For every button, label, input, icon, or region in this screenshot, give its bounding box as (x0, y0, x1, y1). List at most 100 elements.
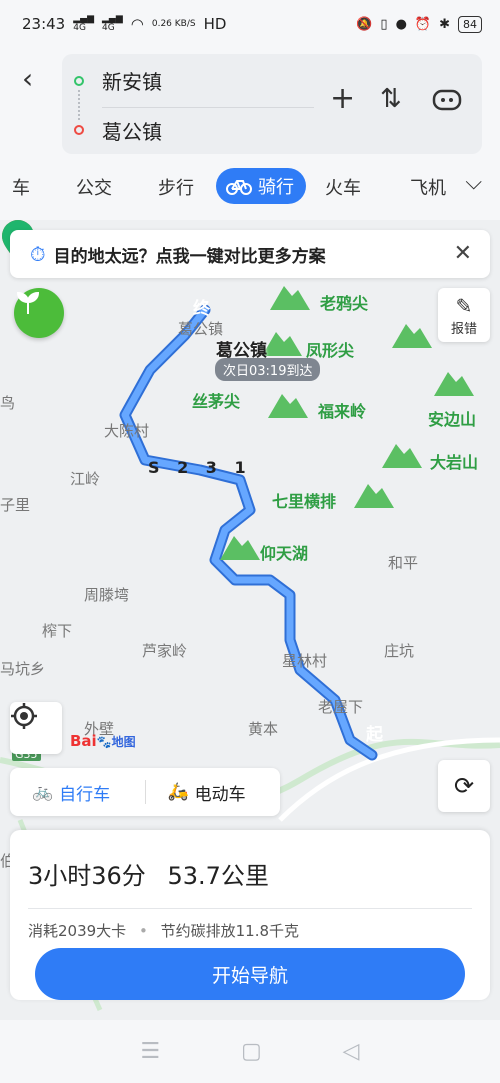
bike-type-tabs: 🚲 自行车 🛵 电动车 (10, 768, 280, 816)
place-label: 老屋下 (318, 698, 364, 716)
tab-ebike[interactable]: 🛵 电动车 (146, 780, 281, 805)
edit-icon: ✎ (455, 293, 473, 318)
place-label: 大陈村 (104, 422, 150, 440)
route-connector (78, 90, 80, 120)
status-bar: 23:43 ▂▄▆ 4G ▂▄▆ 4G ◠ 0.26 KB/S HD 🔕 ▯ ● ⏰… (0, 0, 500, 48)
mountain-icon (270, 286, 310, 310)
system-nav-bar: ☰ ▢ ◁ (0, 1020, 500, 1083)
mute-icon: 🔕 (356, 16, 373, 32)
scenic-label: 七里横排 (272, 492, 337, 511)
clock: 23:43 (22, 15, 66, 33)
add-waypoint-icon[interactable]: + (330, 84, 355, 114)
scenic-label: 丝茅尖 (192, 392, 241, 411)
bike-icon (226, 180, 252, 195)
end-dot-icon (74, 125, 84, 135)
duration: 3小时36分 (28, 862, 146, 890)
tab-bicycle[interactable]: 🚲 自行车 (10, 780, 145, 805)
start-pin-label: 起 (366, 725, 383, 745)
scenic-label: 大岩山 (430, 453, 479, 472)
field-divider (102, 107, 314, 108)
place-label: 江岭 (70, 470, 101, 488)
scenic-label: 仰天湖 (260, 544, 309, 563)
destination-pin-label: 终 (193, 299, 210, 319)
alarm-icon: ⏰ (414, 16, 432, 32)
leaf-icon (16, 291, 40, 314)
mountain-icon (220, 536, 260, 560)
banner-text: 目的地太远？点我一键对比更多方案 (53, 246, 326, 267)
report-label: 报错 (450, 321, 477, 337)
road-label: S 2 3 1 (148, 458, 252, 477)
back-arrow-icon[interactable]: ‹ (22, 62, 33, 95)
mountain-icon (392, 324, 432, 348)
battery-indicator: 84 (458, 15, 482, 33)
locate-button[interactable] (10, 702, 62, 754)
baidu-logo: Bai🐾地图 (70, 732, 136, 750)
crosshair-icon (11, 703, 37, 729)
vibrate-icon: ▯ (380, 16, 388, 32)
tab-bike[interactable]: 骑行 (216, 168, 306, 204)
scenic-label: 安边山 (428, 410, 477, 429)
start-dot-icon (74, 76, 84, 86)
place-label: 星林村 (282, 652, 328, 670)
transport-mode-tabs: 车 公交 步行 骑行 火车 飞机 ⌵ (0, 168, 500, 208)
start-location-field[interactable]: 新安镇 (102, 66, 162, 95)
mountain-icon (262, 332, 302, 356)
close-icon[interactable]: ✕ (454, 241, 472, 266)
carbon-saved: 节约碳排放11.8千克 (160, 922, 300, 940)
tab-transit[interactable]: 公交 (76, 174, 112, 200)
route-header: ‹ 新安镇 葛公镇 + ⇅ 车 公交 步行 骑行 火车 飞机 ⌵ (0, 48, 500, 220)
net-speed: 0.26 KB/S (151, 19, 196, 29)
route-stats: 消耗2039大卡 • 节约碳排放11.8千克 (28, 922, 300, 940)
calories: 消耗2039大卡 (28, 922, 127, 940)
signal-icon: ▂▄▆ 4G (73, 14, 94, 33)
distance: 53.7公里 (167, 862, 269, 890)
place-label: 芦家岭 (142, 642, 188, 660)
route-summary: 3小时36分 53.7公里 (28, 856, 269, 891)
home-icon[interactable]: ▢ (241, 1039, 262, 1064)
location-icon: ● (395, 16, 407, 32)
tab-plane[interactable]: 飞机 (410, 174, 446, 200)
hd-badge: HD (203, 15, 227, 33)
chevron-down-icon[interactable]: ⌵ (465, 170, 482, 195)
end-location-field[interactable]: 葛公镇 (102, 116, 162, 145)
scenic-label: 福来岭 (318, 402, 367, 421)
eco-leaf-button[interactable] (14, 288, 64, 338)
route-input-box: 新安镇 葛公镇 + ⇅ (62, 54, 482, 154)
start-navigation-button[interactable]: 开始导航 (35, 948, 465, 1000)
more-options-icon[interactable] (432, 88, 462, 118)
mountain-icon (434, 372, 474, 396)
mountain-icon (382, 444, 422, 468)
menu-icon[interactable]: ☰ (140, 1039, 160, 1064)
signal-icon-2: ▂▄▆ 4G (102, 14, 123, 33)
mountain-icon (268, 394, 308, 418)
place-label: 和平 (388, 554, 419, 572)
mountain-icon (354, 484, 394, 508)
place-label: 周滕塆 (84, 586, 130, 604)
tab-ebike-label: 电动车 (194, 784, 246, 805)
scooter-icon: 🛵 (167, 782, 189, 802)
bluetooth-icon: ✱ (439, 16, 450, 32)
refresh-button[interactable]: ⟳ (438, 760, 490, 812)
scenic-label: 老鸦尖 (320, 294, 369, 313)
tab-car[interactable]: 车 (12, 174, 30, 200)
tab-walk[interactable]: 步行 (158, 174, 194, 200)
back-icon[interactable]: ◁ (343, 1039, 360, 1064)
place-label: 黄本 (248, 720, 279, 738)
wifi-icon: ◠ (130, 15, 144, 33)
scenic-label: 凤形尖 (306, 341, 355, 360)
report-button[interactable]: ✎ 报错 (438, 288, 490, 342)
place-label: 鸟 (0, 394, 16, 412)
tab-bike-label: 骑行 (258, 177, 294, 198)
place-label: 庄坑 (384, 642, 415, 660)
panel-divider (28, 908, 472, 909)
tab-bicycle-label: 自行车 (59, 784, 111, 805)
compare-banner[interactable]: ⏱ 目的地太远？点我一键对比更多方案 ✕ (10, 230, 490, 278)
stopwatch-icon: ⏱ (30, 242, 46, 266)
refresh-icon: ⟳ (453, 772, 475, 800)
eta-badge: 次日03:19到达 (215, 358, 321, 381)
bike-icon: 🚲 (32, 782, 54, 802)
swap-icon[interactable]: ⇅ (380, 84, 402, 114)
place-label: 马坑乡 (0, 660, 46, 678)
tab-train[interactable]: 火车 (325, 174, 361, 200)
place-label: 子里 (0, 496, 31, 514)
